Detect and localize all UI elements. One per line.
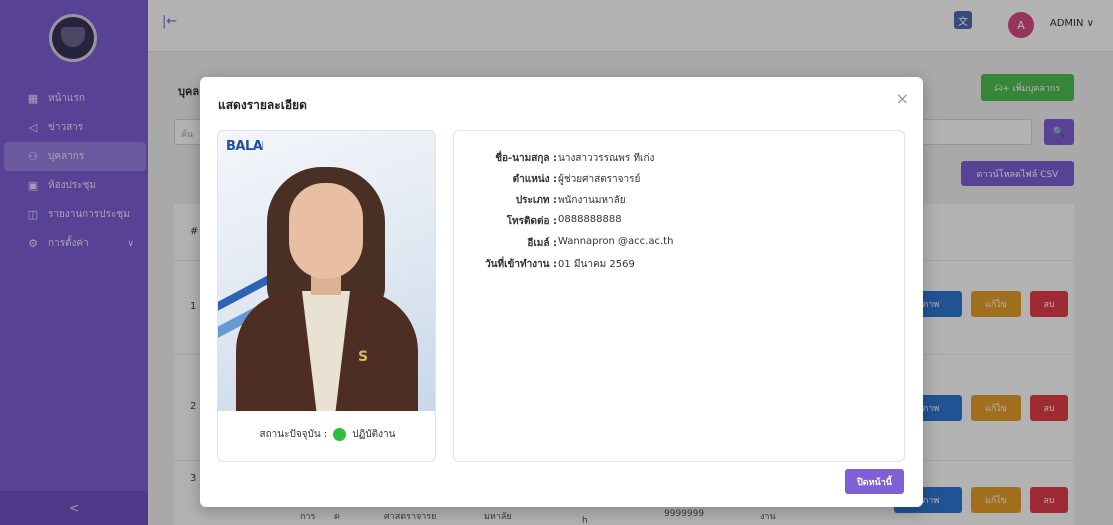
info-label: อีเมล์ :	[527, 238, 557, 249]
modal-title: แสดงรายละเอียด	[218, 98, 307, 112]
info-label: วันที่เข้าทำงาน :	[485, 259, 557, 270]
status-value: ปฏิบัติงาน	[352, 429, 396, 440]
status-dot-icon	[333, 428, 347, 441]
emblem-icon: S	[358, 349, 369, 365]
photo-brand-logo: BALA	[226, 139, 263, 154]
detail-modal: แสดงรายละเอียด × BALA S สถานะปัจจุบัน : …	[200, 77, 923, 507]
info-label: ประเภท :	[515, 195, 557, 206]
close-icon[interactable]: ×	[896, 89, 909, 108]
profile-photo-card: BALA S สถานะปัจจุบัน : ปฏิบัติงาน	[217, 130, 436, 462]
current-status: สถานะปัจจุบัน : ปฏิบัติงาน	[218, 427, 435, 442]
info-label: โทรติดต่อ :	[506, 216, 557, 227]
info-row-phone: โทรติดต่อ : 0888888888	[454, 214, 906, 228]
profile-info-card: ชื่อ-นามสกุล : นางสาววรรณพร ทีเก่ง ตำแหน…	[453, 130, 905, 462]
info-value: 0888888888	[558, 214, 622, 225]
info-row-position: ตำแหน่ง : ผู้ช่วยศาสตราจารย์	[454, 172, 906, 186]
info-value: พนักงานมหาลัย	[558, 195, 626, 206]
info-row-email: อีเมล์ : Wannapron @acc.ac.th	[454, 236, 906, 250]
info-label: ชื่อ-นามสกุล :	[495, 153, 557, 164]
info-value: 01 มีนาคม 2569	[558, 259, 635, 270]
info-value: Wannapron @acc.ac.th	[558, 236, 674, 247]
profile-photo: BALA S	[218, 131, 435, 411]
close-page-button[interactable]: ปิดหน้านี้	[845, 469, 904, 494]
info-value: นางสาววรรณพร ทีเก่ง	[558, 153, 655, 164]
info-row-start-date: วันที่เข้าทำงาน : 01 มีนาคม 2569	[454, 257, 906, 271]
info-row-name: ชื่อ-นามสกุล : นางสาววรรณพร ทีเก่ง	[454, 151, 906, 165]
info-row-type: ประเภท : พนักงานมหาลัย	[454, 193, 906, 207]
info-value: ผู้ช่วยศาสตราจารย์	[558, 174, 641, 185]
info-label: ตำแหน่ง :	[512, 174, 557, 185]
status-label: สถานะปัจจุบัน :	[259, 429, 328, 440]
